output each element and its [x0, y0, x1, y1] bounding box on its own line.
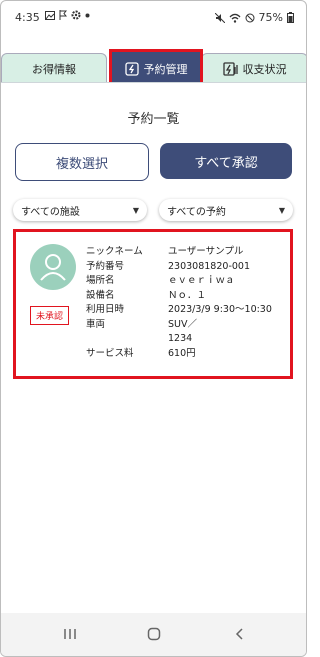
gear-icon [71, 10, 81, 20]
dropdown-arrow-icon: ▼ [132, 205, 139, 215]
detail-row-vehicle: 車両 SUV／ [86, 318, 197, 330]
tab-revenue[interactable]: 収支状況 [201, 53, 306, 84]
facility-filter-value: すべての施設 [21, 206, 80, 218]
dnd-icon [245, 13, 255, 22]
tab-deals[interactable]: お得情報 [1, 53, 107, 84]
tab-label: お得情報 [32, 63, 76, 76]
page-title: 予約一覧 [127, 112, 180, 127]
back-icon[interactable] [233, 627, 247, 641]
detail-row-vehicle-number: 1234 [168, 333, 193, 344]
home-icon[interactable] [147, 627, 161, 641]
multi-select-button[interactable]: 複数選択 [15, 143, 149, 181]
flag-icon [59, 10, 67, 20]
status-badge: 未承認 [30, 306, 70, 325]
tab-divider [1, 82, 306, 91]
system-navigation-bar [1, 613, 306, 656]
tab-label: 予約管理 [143, 63, 188, 76]
detail-row-reservation-number: 予約番号 2303081820-001 [86, 260, 251, 272]
reservation-filter-value: すべての予約 [167, 206, 226, 218]
detail-row-equipment: 設備名 Ｎｏ．１ [86, 289, 207, 301]
phone-frame: 4:35 75% お得情報 収支状況 予約管理 予約一覧 複数選択 すべて承認 … [0, 0, 307, 657]
reservation-filter-select[interactable]: すべての予約 ▼ [159, 199, 293, 221]
reservation-card[interactable]: 未承認 ニックネーム ユーザーサンプル 予約番号 2303081820-001 場所… [13, 229, 293, 379]
notification-icons [45, 10, 90, 20]
mute-icon [214, 12, 225, 23]
detail-row-location: 場所名 ｅｖｅｒｉｗａ [86, 275, 235, 286]
facility-filter-select[interactable]: すべての施設 ▼ [13, 199, 147, 221]
user-icon [40, 254, 66, 281]
system-icons: 75% [214, 11, 294, 24]
battery-level: 75% [258, 11, 283, 24]
dot-icon [85, 13, 90, 17]
reservation-details: ニックネーム ユーザーサンプル 予約番号 2303081820-001 場所名 ｅｖｅ… [86, 245, 272, 361]
wifi-icon [229, 13, 241, 23]
status-time: 4:35 [15, 11, 40, 24]
status-bar: 4:35 75% [1, 1, 306, 35]
recents-icon[interactable] [63, 627, 77, 641]
battery-icon [287, 12, 294, 23]
gallery-icon [45, 10, 55, 20]
ev-charge-icon [124, 62, 139, 76]
dropdown-arrow-icon: ▼ [278, 205, 285, 215]
avatar [30, 244, 76, 290]
revenue-icon [222, 62, 238, 76]
approve-all-button[interactable]: すべて承認 [160, 143, 292, 179]
detail-row-datetime: 利用日時 2023/3/9 9:30〜10:30 [86, 304, 272, 315]
detail-row-service-fee: サービス料 610円 [86, 347, 196, 359]
tab-label: 収支状況 [242, 63, 287, 76]
detail-row-nickname: ニックネーム ユーザーサンプル [86, 246, 244, 257]
